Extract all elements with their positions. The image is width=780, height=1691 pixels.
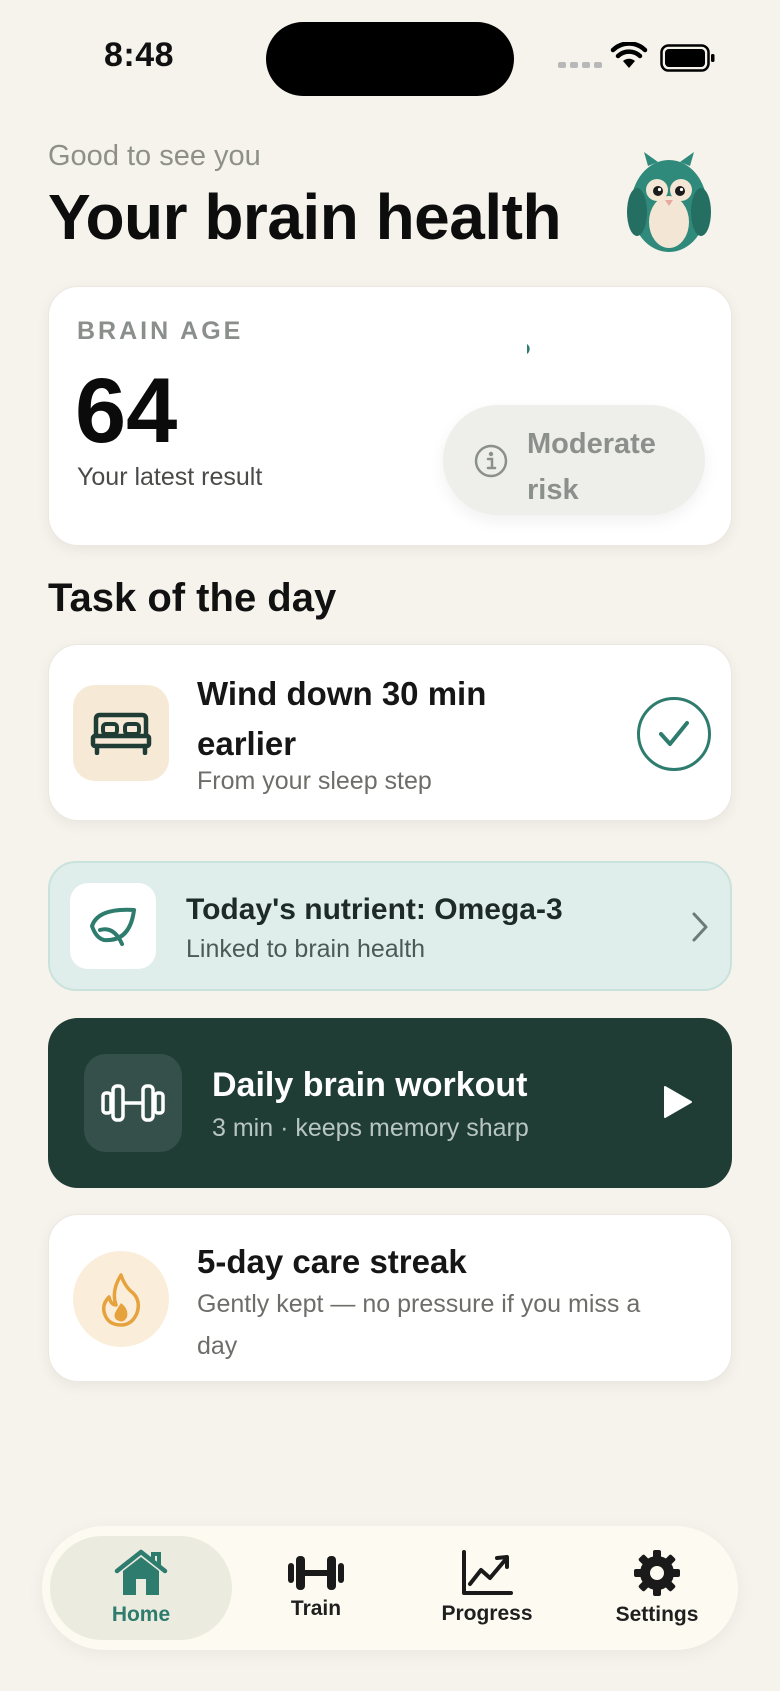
owl-avatar[interactable] bbox=[626, 150, 712, 254]
checkmark-icon bbox=[659, 721, 689, 746]
play-icon[interactable] bbox=[662, 1084, 694, 1120]
flame-icon bbox=[101, 1273, 141, 1327]
brain-age-value: 64 bbox=[75, 360, 178, 462]
streak-card[interactable]: 5-day care streak Gently kept — no press… bbox=[48, 1214, 732, 1382]
workout-title: Daily brain workout bbox=[212, 1066, 528, 1104]
info-icon bbox=[474, 444, 508, 478]
streak-title: 5-day care streak bbox=[197, 1243, 467, 1280]
brain-age-card[interactable]: BRAIN AGE 64 Your latest result Moderate… bbox=[48, 286, 732, 546]
streak-subtitle: Gently kept — no pressure if you miss a … bbox=[197, 1290, 641, 1360]
risk-badge[interactable]: Moderate risk bbox=[443, 405, 705, 515]
dumbbell-icon bbox=[101, 1084, 165, 1122]
tab-progress-label: Progress bbox=[441, 1602, 533, 1625]
tab-bar: Home Train Progress Settings bbox=[42, 1526, 738, 1650]
chevron-right-icon bbox=[692, 912, 708, 942]
home-icon bbox=[114, 1549, 168, 1595]
tab-train[interactable]: Train bbox=[256, 1536, 376, 1640]
task-card[interactable]: Wind down 30 min earlier From your sleep… bbox=[48, 644, 732, 821]
tab-train-label: Train bbox=[290, 1597, 342, 1620]
brain-age-subtitle: Your latest result bbox=[77, 463, 263, 491]
task-title: Wind down 30 min earlier bbox=[197, 675, 487, 762]
page-title: Your brain health bbox=[48, 181, 562, 253]
tab-settings[interactable]: Settings bbox=[582, 1536, 732, 1640]
loading-indicator-icon bbox=[527, 344, 530, 354]
nutrient-subtitle: Linked to brain health bbox=[186, 935, 426, 963]
brain-age-label: BRAIN AGE bbox=[77, 317, 244, 345]
status-bar: 8:48 bbox=[0, 0, 780, 120]
tab-settings-label: Settings bbox=[615, 1603, 699, 1626]
tab-progress[interactable]: Progress bbox=[412, 1536, 562, 1640]
brain-workout-card[interactable]: Daily brain workout 3 min · keeps memory… bbox=[48, 1018, 732, 1188]
chart-icon bbox=[462, 1550, 513, 1595]
dynamic-island bbox=[266, 22, 514, 96]
greeting: Good to see you bbox=[48, 140, 261, 172]
wifi-icon bbox=[610, 42, 648, 68]
battery-icon bbox=[660, 44, 715, 72]
workout-subtitle: 3 min · keeps memory sharp bbox=[212, 1114, 529, 1142]
nutrient-card[interactable]: Today's nutrient: Omega-3 Linked to brai… bbox=[48, 861, 732, 991]
task-complete-checkbox[interactable] bbox=[637, 697, 711, 771]
streak-icon-container bbox=[73, 1251, 169, 1347]
workout-icon-container bbox=[84, 1054, 182, 1152]
task-icon-container bbox=[73, 685, 169, 781]
cellular-signal-icon bbox=[558, 62, 602, 68]
risk-label: Moderate risk bbox=[527, 428, 656, 506]
nutrient-icon-container bbox=[70, 883, 156, 969]
tab-home-label: Home bbox=[111, 1603, 171, 1626]
section-title: Task of the day bbox=[48, 576, 337, 620]
bed-icon bbox=[90, 712, 152, 755]
dumbbell-icon bbox=[288, 1556, 344, 1590]
leaf-icon bbox=[90, 907, 136, 946]
task-subtitle: From your sleep step bbox=[197, 767, 432, 795]
tab-home[interactable]: Home bbox=[50, 1536, 232, 1640]
gear-icon bbox=[634, 1550, 680, 1596]
status-time: 8:48 bbox=[104, 36, 175, 74]
nutrient-title: Today's nutrient: Omega-3 bbox=[186, 893, 563, 926]
